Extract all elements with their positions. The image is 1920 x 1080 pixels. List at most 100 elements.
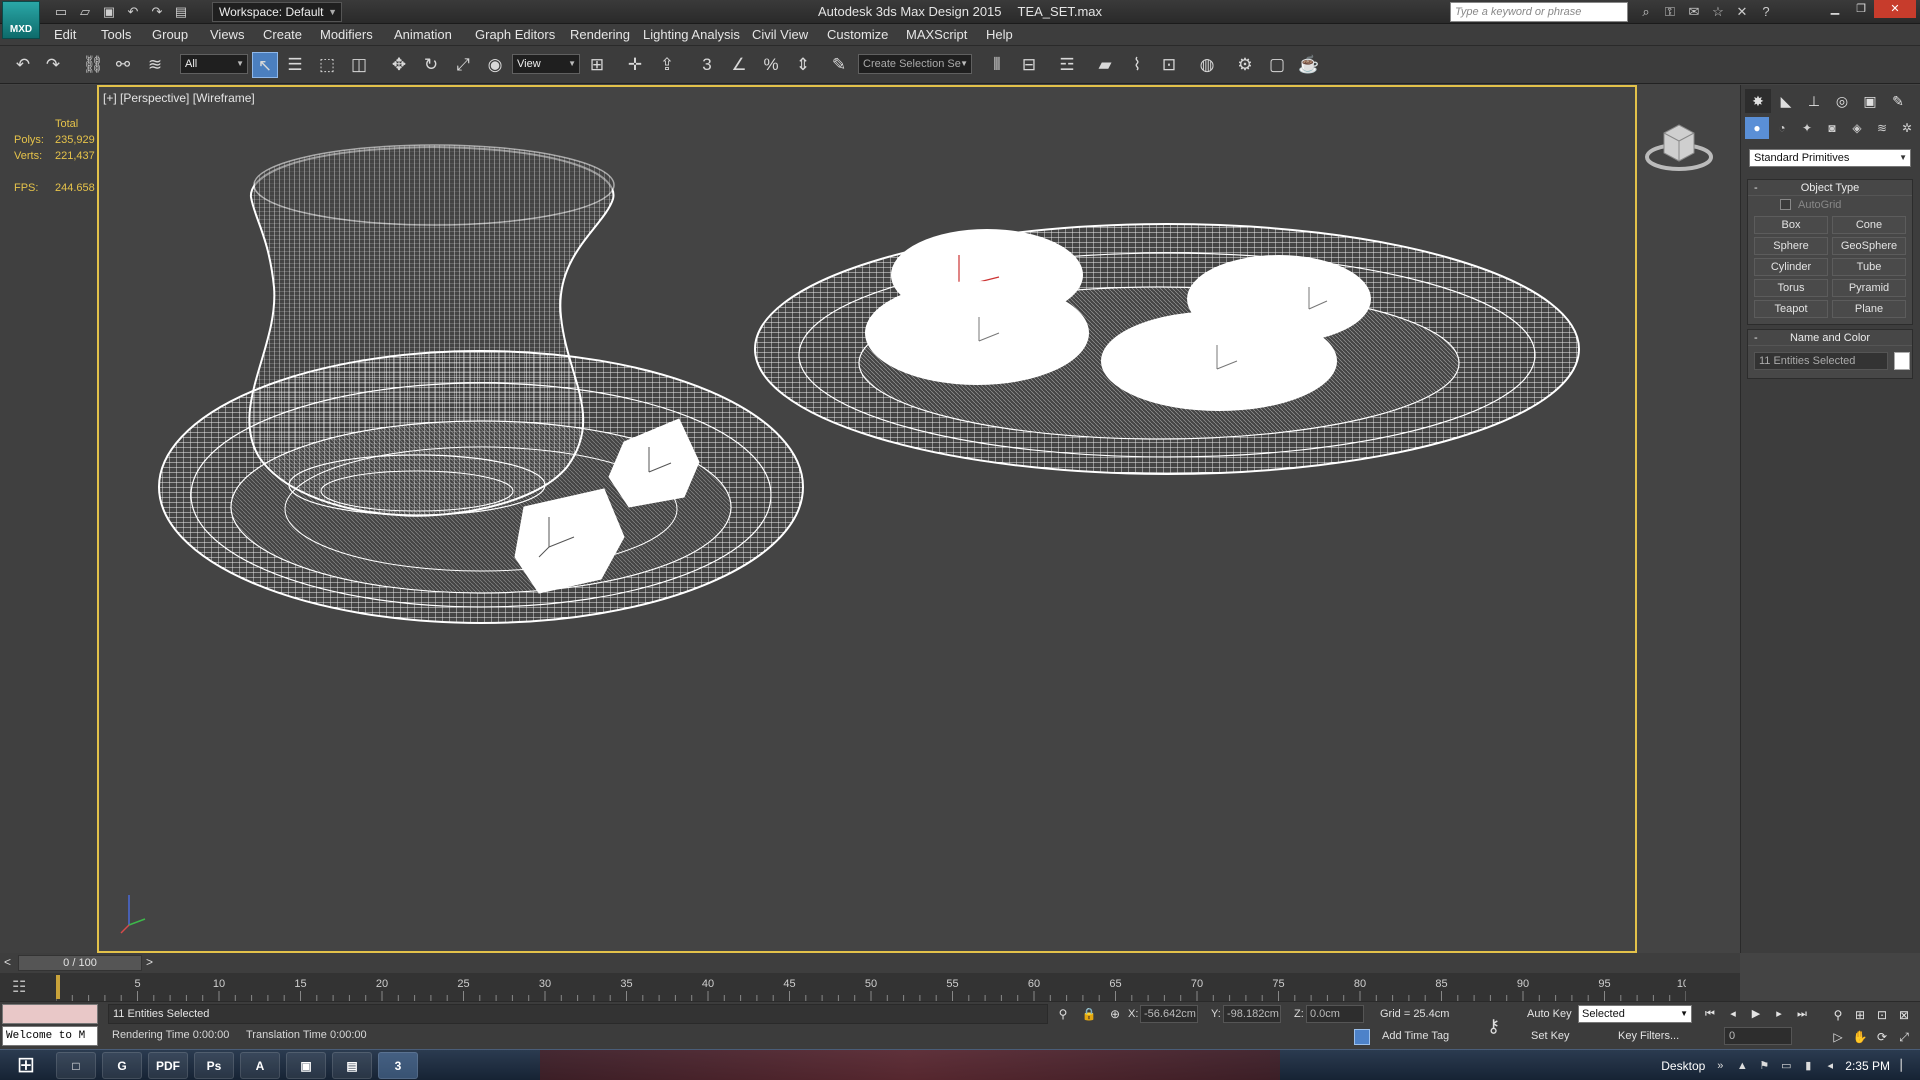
menu-lighting-analysis[interactable]: Lighting Analysis [643,27,740,42]
redo-icon[interactable]: ↷ [40,52,66,78]
render-production-icon[interactable]: ☕ [1296,52,1322,78]
motion-tab-icon[interactable]: ◎ [1829,89,1855,113]
sphere-button[interactable]: Sphere [1754,237,1828,255]
menu-rendering[interactable]: Rendering [570,27,630,42]
plane-button[interactable]: Plane [1832,300,1906,318]
selection-region-icon[interactable]: ⬚ [314,52,340,78]
menu-help[interactable]: Help [986,27,1013,42]
primitive-type-dropdown[interactable]: Standard Primitives ▼ [1749,149,1911,167]
action-center-flag-icon[interactable]: ⚑ [1757,1059,1771,1073]
add-time-tag[interactable]: Add Time Tag [1382,1030,1449,1042]
show-desktop-icon[interactable]: ▏ [1898,1059,1912,1073]
taskbar-app-window[interactable]: ▣ [286,1052,326,1079]
modify-tab-icon[interactable]: ◣ [1773,89,1799,113]
zoom-extents-icon[interactable]: ⊡ [1872,1005,1892,1025]
communication-icon[interactable]: ✉ [1684,2,1704,22]
name-color-header[interactable]: - Name and Color [1748,330,1912,346]
key-filters-button[interactable]: Key Filters... [1618,1030,1679,1042]
percent-snap-icon[interactable]: % [758,52,784,78]
autogrid-checkbox[interactable]: AutoGrid [1748,196,1912,214]
tea-glass-mesh[interactable] [248,144,615,517]
undo-icon[interactable]: ↶ [10,52,36,78]
keyboard-shortcut-toggle-icon[interactable]: ⇪ [654,52,680,78]
edit-named-selection-icon[interactable]: ✎ [826,52,852,78]
cylinder-button[interactable]: Cylinder [1754,258,1828,276]
start-button[interactable]: ⊞ [4,1050,48,1080]
menu-modifiers[interactable]: Modifiers [320,27,373,42]
link-icon[interactable]: ⛓ [80,52,106,78]
track-bar[interactable]: ☷ 5 10 15 20 25 30 35 40 45 50 55 60 65 70 75 80 85 90 95 1… [0,973,1740,1001]
time-slider[interactable]: 0 / 100 [18,955,142,971]
cone-button[interactable]: Cone [1832,216,1906,234]
select-object-icon[interactable]: ↖ [252,52,278,78]
taskbar-app-autocad[interactable]: A [240,1052,280,1079]
current-frame-marker[interactable] [56,975,60,999]
workspace-dropdown[interactable]: Workspace: Default ▼ [212,2,342,22]
teapot-button[interactable]: Teapot [1754,300,1828,318]
play-icon[interactable]: ▶ [1746,1005,1766,1023]
placement-icon[interactable]: ◉ [482,52,508,78]
object-color-swatch[interactable] [1894,352,1910,370]
geometry-icon[interactable]: ● [1745,117,1769,139]
taskbar-app-photoshop[interactable]: Ps [194,1052,234,1079]
object-name-field[interactable]: 11 Entities Selected [1754,352,1888,370]
undo-icon[interactable]: ↶ [122,2,144,22]
desktop-toolbar-label[interactable]: Desktop [1661,1059,1705,1073]
select-manipulate-icon[interactable]: ✛ [622,52,648,78]
selection-filter-dropdown[interactable]: All ▼ [180,54,248,74]
x-coordinate-field[interactable]: -56.642cm [1140,1005,1198,1023]
render-setup-icon[interactable]: ⚙ [1232,52,1258,78]
pan-icon[interactable]: ✋ [1850,1027,1870,1047]
new-file-icon[interactable]: ▭ [50,2,72,22]
hierarchy-tab-icon[interactable]: ⊥ [1801,89,1827,113]
volume-icon[interactable]: ◂ [1823,1059,1837,1073]
utilities-tab-icon[interactable]: ✎ [1885,89,1911,113]
box-button[interactable]: Box [1754,216,1828,234]
orbit-icon[interactable]: ⟳ [1872,1027,1892,1047]
object-type-header[interactable]: - Object Type [1748,180,1912,196]
graphite-ribbon-icon[interactable]: ▰ [1092,52,1118,78]
bind-space-warp-icon[interactable]: ≋ [142,52,168,78]
menu-edit[interactable]: Edit [54,27,76,42]
y-coordinate-field[interactable]: -98.182cm [1223,1005,1281,1023]
menu-views[interactable]: Views [210,27,244,42]
move-icon[interactable]: ✥ [386,52,412,78]
menu-animation[interactable]: Animation [394,27,452,42]
window-crossing-icon[interactable]: ◫ [346,52,372,78]
clock[interactable]: 2:35 PM [1845,1059,1890,1073]
menu-group[interactable]: Group [152,27,188,42]
menu-graph-editors[interactable]: Graph Editors [475,27,555,42]
monitor-icon[interactable]: ▭ [1779,1059,1793,1073]
app-logo-button[interactable]: MXD [2,1,40,39]
tray-arrow-icon[interactable]: ▲ [1735,1059,1749,1073]
close-icon[interactable]: ✕ [1874,0,1916,18]
material-editor-icon[interactable]: ◍ [1194,52,1220,78]
taskbar-app-chrome[interactable]: G [102,1052,142,1079]
help-icon[interactable]: ? [1756,2,1776,22]
lights-icon[interactable]: ✦ [1795,117,1819,139]
shapes-icon[interactable]: ◔ [1770,117,1794,139]
scale-icon[interactable]: ⤢ [450,52,476,78]
taskbar-app-3dsmax[interactable]: 3 [378,1052,418,1079]
tube-button[interactable]: Tube [1832,258,1906,276]
tray-expand-icon[interactable]: » [1713,1059,1727,1073]
mini-curve-editor-icon[interactable]: ☷ [12,977,26,997]
save-file-icon[interactable]: ▣ [98,2,120,22]
align-icon[interactable]: ⊟ [1016,52,1042,78]
z-coordinate-field[interactable]: 0.0cm [1306,1005,1364,1023]
set-key-button[interactable]: Set Key [1531,1030,1570,1042]
cookie-3[interactable] [865,281,1089,385]
favorites-star-icon[interactable]: ☆ [1708,2,1728,22]
viewcube[interactable] [1644,115,1714,175]
auto-key-button[interactable]: Auto Key [1527,1008,1572,1020]
minimize-icon[interactable]: ▁ [1822,0,1848,18]
taskbar-app-explorer[interactable]: □ [56,1052,96,1079]
current-frame-field[interactable]: 0 [1724,1027,1792,1045]
reference-coordinate-dropdown[interactable]: View ▼ [512,54,580,74]
curve-editor-icon[interactable]: ⌇ [1124,52,1150,78]
menu-civil-view[interactable]: Civil View [752,27,808,42]
maxscript-listener-input[interactable]: Welcome to M [2,1026,98,1046]
unlink-icon[interactable]: ⚯ [110,52,136,78]
pivot-center-icon[interactable]: ⊞ [584,52,610,78]
layer-manager-icon[interactable]: ☲ [1054,52,1080,78]
